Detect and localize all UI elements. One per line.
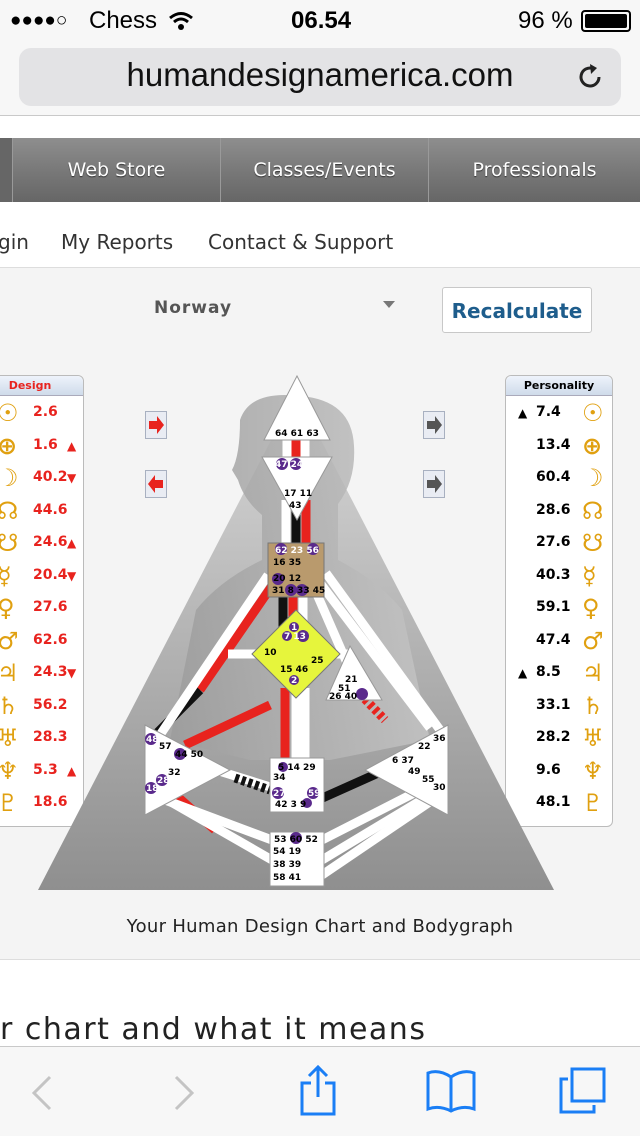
screen: ●●●●○ Chess 06.54 96 % humandesignameric… [0, 0, 640, 1136]
sacral-gates-e: 42 3 9 [275, 800, 306, 810]
url-text[interactable]: humandesignamerica.com [19, 56, 621, 94]
subnav-my-reports[interactable]: My Reports [61, 230, 173, 254]
root-gates-d: 58 41 [273, 873, 301, 883]
ajna-top-gates: 47 24 4 [275, 460, 313, 470]
clock: 06.54 [291, 7, 352, 34]
secondary-navigation: gin My Reports Contact & Support [0, 218, 640, 268]
sacral-gate-59: 59 [308, 789, 321, 799]
spleen-gate-48: 48 [146, 735, 159, 745]
subnav-login[interactable]: gin [0, 230, 29, 254]
signal-strength: ●●●●○ [10, 10, 68, 31]
g-gate-10: 10 [264, 648, 277, 658]
country-select[interactable]: Norway [154, 298, 232, 318]
solar-gate-36: 36 [433, 734, 446, 744]
root-gates-b: 54 19 [273, 847, 301, 857]
section-heading: r chart and what it means [0, 1012, 427, 1047]
forward-icon[interactable] [170, 1075, 196, 1111]
main-navigation: Web Store Classes/Events Professionals [0, 138, 640, 202]
ajna-gate-43: 43 [289, 501, 302, 511]
throat-gates-b: 16 35 [273, 558, 301, 568]
chevron-down-icon[interactable] [383, 301, 395, 308]
chart-section: Norway Recalculate Design ☉ 2.6 ⊕ 1.6 ▲ ☽ 40.2… [0, 268, 640, 960]
bodygraph: 64 61 63 47 24 4 17 11 43 62 23 56 16 35… [38, 374, 554, 890]
spleen-gate-57: 57 [159, 742, 172, 752]
g-gates-b: 7 13 [284, 632, 306, 642]
head-gates: 64 61 63 [275, 429, 319, 439]
share-icon[interactable] [298, 1065, 338, 1117]
wifi-icon [169, 12, 193, 30]
sacral-gate-34: 34 [273, 773, 286, 783]
solar-gate-49: 49 [408, 767, 421, 777]
solar-gates-c: 6 37 [392, 756, 414, 766]
g-gates-c: 15 46 [280, 665, 308, 675]
back-icon[interactable] [30, 1075, 56, 1111]
chart-caption: Your Human Design Chart and Bodygraph [126, 916, 514, 937]
tabs-icon[interactable] [558, 1067, 608, 1115]
recalculate-button[interactable]: Recalculate [442, 287, 592, 333]
battery-icon [581, 10, 631, 32]
spleen-gate-18: 18 [146, 784, 159, 794]
carrier-name: Chess [89, 7, 158, 34]
bookmarks-icon[interactable] [425, 1069, 477, 1113]
nav-professionals[interactable]: Professionals [428, 138, 640, 202]
nav-web-store[interactable]: Web Store [12, 138, 220, 202]
root-gates-c: 38 39 [273, 860, 301, 870]
browser-chrome: humandesignamerica.com [0, 42, 640, 116]
throat-gates-a: 62 23 56 [275, 546, 319, 556]
status-bar: ●●●●○ Chess 06.54 96 % [0, 0, 640, 42]
solar-gate-22: 22 [418, 742, 431, 752]
nav-classes-events[interactable]: Classes/Events [220, 138, 428, 202]
spleen-gate-28: 28 [157, 776, 170, 786]
g-gate-25: 25 [311, 656, 324, 666]
address-bar[interactable]: humandesignamerica.com [19, 48, 621, 106]
sacral-gates-a: 5 14 29 [278, 763, 316, 773]
reload-icon[interactable] [575, 62, 605, 92]
battery-percent: 96 % [518, 7, 573, 34]
ajna-bottom-gates: 17 11 [284, 489, 312, 499]
throat-gates-d: 31 8 33 45 [272, 586, 325, 596]
ego-gates-c: 26 40 [329, 692, 357, 702]
g-gate-2: 2 [291, 676, 297, 686]
spleen-gates-c: 44 50 [175, 750, 203, 760]
root-gates-a: 53 60 52 [274, 835, 318, 845]
throat-gates-c: 20 12 [273, 574, 301, 584]
spleen-gate-32: 32 [168, 768, 181, 778]
browser-toolbar [0, 1046, 640, 1136]
subnav-contact-support[interactable]: Contact & Support [208, 230, 393, 254]
solar-gate-30: 30 [433, 783, 446, 793]
sacral-gate-27: 27 [273, 789, 286, 799]
